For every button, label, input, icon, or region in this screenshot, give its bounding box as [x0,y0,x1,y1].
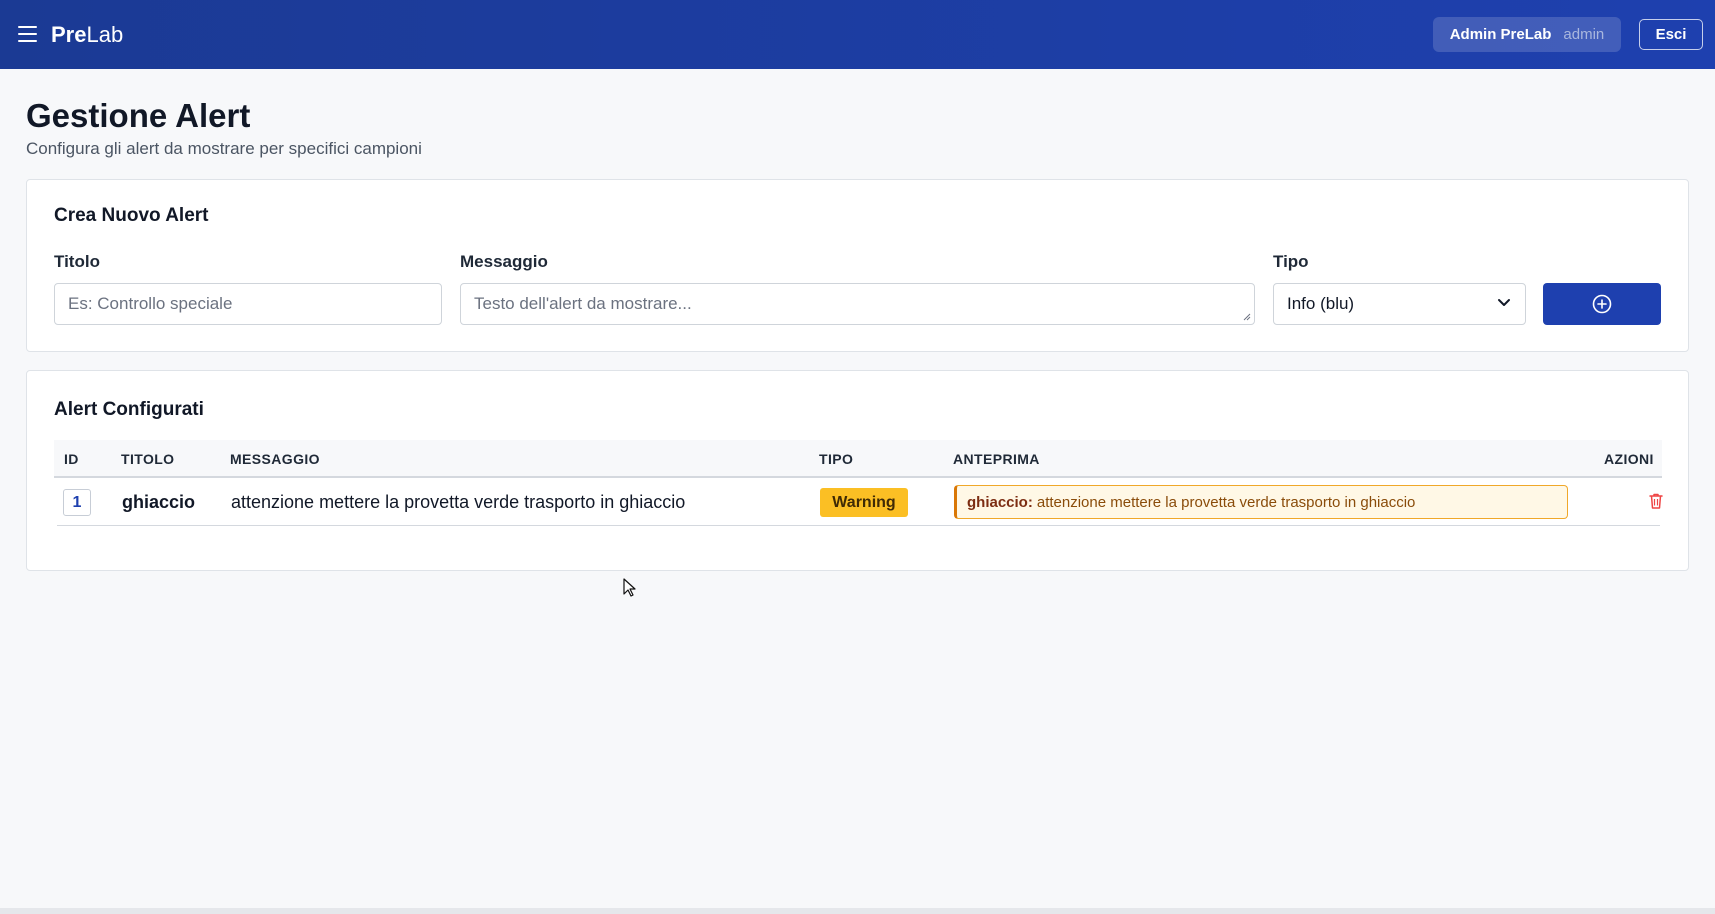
title-input[interactable]: Es: Controllo speciale [54,283,442,325]
user-role: admin [1563,26,1605,43]
alert-message-cell: attenzione mettere la provetta verde tra… [231,492,686,512]
logout-button[interactable]: Esci [1639,19,1703,50]
create-alert-title: Crea Nuovo Alert [54,205,209,226]
column-header-title: TITOLO [121,451,175,467]
page-title: Gestione Alert [26,97,251,134]
mouse-cursor-icon [623,578,636,597]
message-textarea-placeholder: Testo dell'alert da mostrare... [474,294,692,313]
trash-icon[interactable] [1648,492,1664,510]
message-textarea[interactable]: Testo dell'alert da mostrare... [460,283,1255,325]
column-header-preview: ANTEPRIMA [953,451,1040,467]
plus-circle-icon [1592,294,1612,314]
alerts-list-title: Alert Configurati [54,399,204,420]
user-name: Admin PreLab [1449,26,1552,43]
add-alert-button[interactable] [1543,283,1661,325]
menu-icon[interactable] [18,26,37,42]
alert-preview: ghiaccio: attenzione mettere la provetta… [954,485,1568,519]
create-alert-card: Crea Nuovo Alert Titolo Es: Controllo sp… [26,179,1689,352]
column-header-actions: AZIONI [1604,451,1654,467]
type-label: Tipo [1273,252,1309,271]
chevron-down-icon [1498,299,1510,306]
top-navbar: PreLab Admin PreLab admin Esci [0,0,1715,69]
title-input-placeholder: Es: Controllo speciale [68,294,233,313]
message-label: Messaggio [460,252,548,271]
table-row: 1 ghiaccio attenzione mettere la provett… [57,478,1663,526]
user-badge: Admin PreLab admin [1433,17,1621,52]
app-logo[interactable]: PreLab [51,22,123,48]
alert-type-badge: Warning [820,488,908,517]
column-header-message: MESSAGGIO [230,451,320,467]
alert-preview-title: ghiaccio: [967,493,1033,511]
alert-id-badge: 1 [63,489,91,516]
brand-light: Lab [86,22,124,47]
type-select-value: Info (blu) [1287,294,1355,313]
title-label: Titolo [54,252,100,271]
column-header-id: ID [64,451,79,467]
brand-bold: Pre [51,22,87,47]
type-select[interactable]: Info (blu) [1273,283,1526,325]
alerts-list-card: Alert Configurati ID TITOLO MESSAGGIO TI… [26,370,1689,571]
page-subtitle: Configura gli alert da mostrare per spec… [26,139,422,158]
column-header-type: TIPO [819,451,854,467]
bottom-divider [0,908,1715,914]
resize-grip-icon[interactable] [1243,313,1251,321]
alert-preview-message: attenzione mettere la provetta verde tra… [1036,493,1416,511]
alert-title-cell: ghiaccio [122,492,196,512]
table-header: ID TITOLO MESSAGGIO TIPO ANTEPRIMA AZION… [54,440,1662,478]
